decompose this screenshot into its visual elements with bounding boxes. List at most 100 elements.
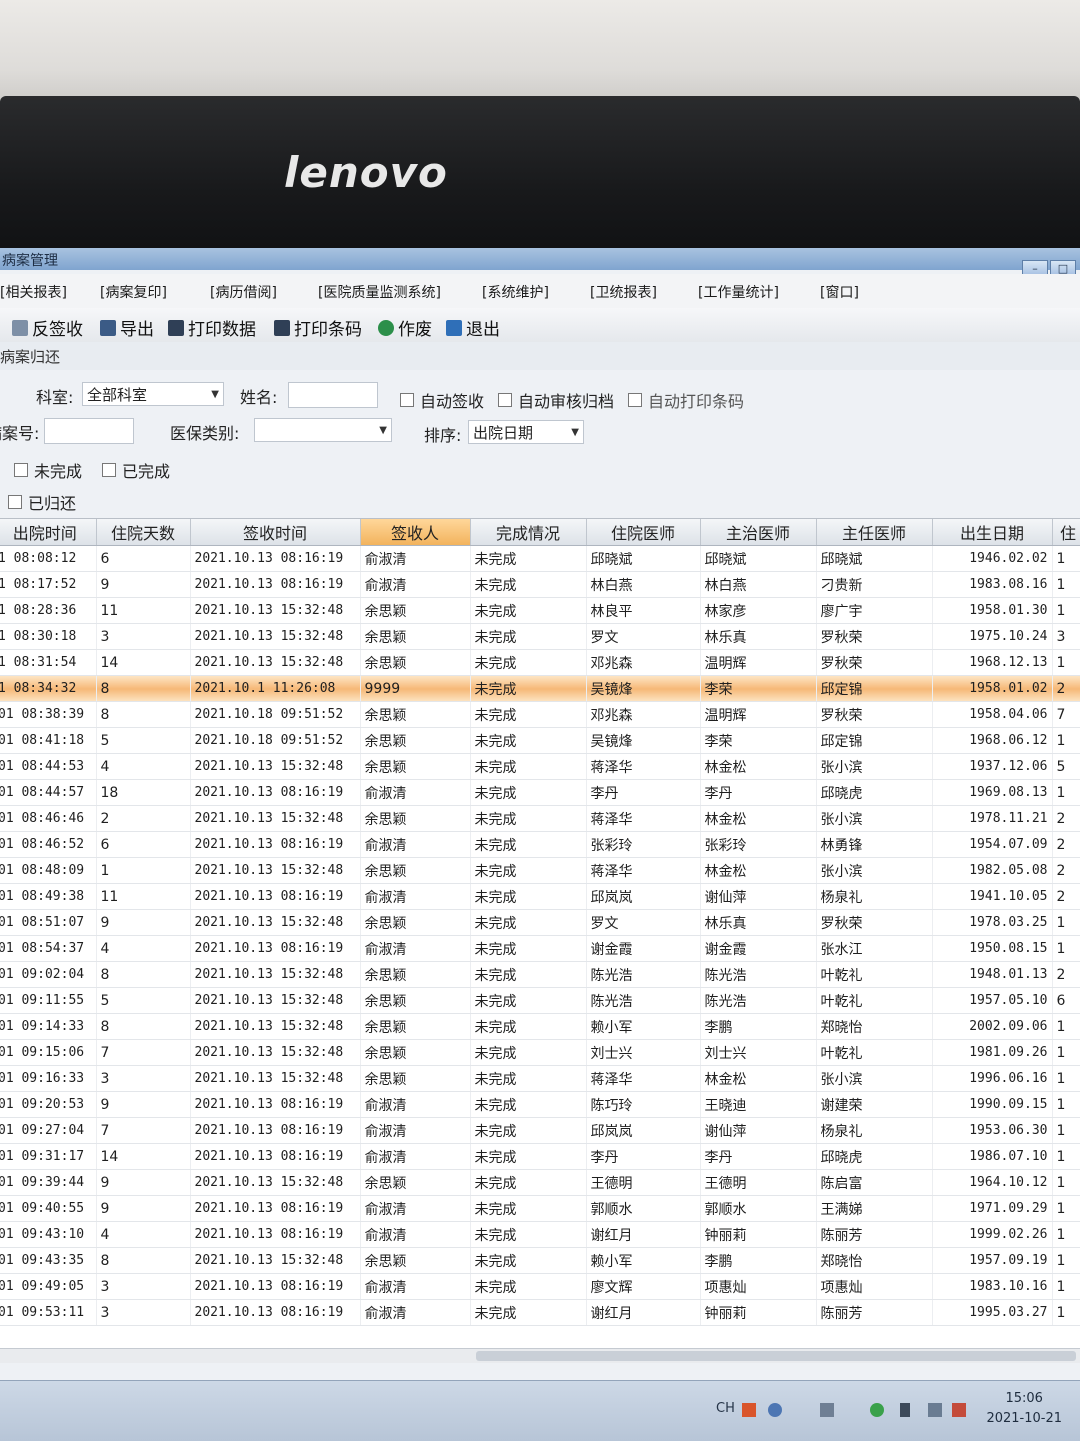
column-header[interactable]: 主任医师 <box>816 519 933 546</box>
table-row[interactable]: 01 09:49:05 3 2021.10.13 08:16:19 俞淑清 未完成 廖文辉… <box>0 1273 1080 1300</box>
name-input[interactable] <box>288 382 378 408</box>
system-clock[interactable]: 15:06 2021-10-21 <box>986 1389 1062 1429</box>
unsign-button[interactable]: 反签收 <box>12 315 83 340</box>
column-header[interactable]: 完成情况 <box>470 519 587 546</box>
table-row[interactable]: 01 08:46:52 6 2021.10.13 08:16:19 俞淑清 未完成 张彩玲… <box>0 831 1080 858</box>
horizontal-scrollbar[interactable] <box>0 1348 1080 1363</box>
table-row[interactable]: 01 09:53:11 3 2021.10.13 08:16:19 俞淑清 未完成 谢红月… <box>0 1299 1080 1326</box>
dept-select[interactable]: 全部科室 ▼ <box>82 382 224 406</box>
table-row[interactable]: 01 09:27:04 7 2021.10.13 08:16:19 俞淑清 未完成 邱岚岚… <box>0 1117 1080 1144</box>
table-cell: 2021.10.13 08:16:19 <box>190 1273 361 1300</box>
menu-health-reports[interactable]: [卫统报表] <box>590 282 657 302</box>
table-row[interactable]: 01 08:38:39 8 2021.10.18 09:51:52 余思颖 未完成 邓兆森… <box>0 701 1080 728</box>
column-header[interactable]: 住院天数 <box>96 519 191 546</box>
table-cell: 2021.10.18 09:51:52 <box>190 727 361 754</box>
table-row[interactable]: 01 09:43:35 8 2021.10.13 15:32:48 余思颖 未完成 赖小军… <box>0 1247 1080 1274</box>
table-row[interactable]: 01 09:40:55 9 2021.10.13 08:16:19 俞淑清 未完成 郭顺水… <box>0 1195 1080 1222</box>
table-row[interactable]: 01 09:43:10 4 2021.10.13 08:16:19 俞淑清 未完成 谢红月… <box>0 1221 1080 1248</box>
table-row[interactable]: 01 08:41:18 5 2021.10.18 09:51:52 余思颖 未完成 吴镜烽… <box>0 727 1080 754</box>
table-cell: 张彩玲 <box>586 831 701 858</box>
table-body: 1 08:08:12 6 2021.10.13 08:16:19 俞淑清 未完成 邱晓斌邱… <box>0 545 1080 1326</box>
menu-workload-stats[interactable]: [工作量统计] <box>698 282 779 302</box>
table-row[interactable]: 1 08:31:54 14 2021.10.13 15:32:48 余思颖 未完成 邓兆森… <box>0 649 1080 676</box>
finished-checkbox[interactable]: 已完成 <box>102 458 170 482</box>
table-row[interactable]: 01 09:20:53 9 2021.10.13 08:16:19 俞淑清 未完成 陈巧玲… <box>0 1091 1080 1118</box>
table-row[interactable]: 01 08:48:09 1 2021.10.13 15:32:48 余思颖 未完成 蒋泽华… <box>0 857 1080 884</box>
taskbar: CH 15:06 2021-10-21 <box>0 1380 1080 1441</box>
auto-sign-checkbox[interactable]: 自动签收 <box>400 388 484 412</box>
auto-review-checkbox[interactable]: 自动审核归档 <box>498 388 614 412</box>
table-cell: 1 08:31:54 <box>0 649 97 676</box>
table-row[interactable]: 01 08:44:53 4 2021.10.13 15:32:48 余思颖 未完成 蒋泽华… <box>0 753 1080 780</box>
table-cell: 俞淑清 <box>360 1195 471 1222</box>
column-header[interactable]: 出生日期 <box>932 519 1053 546</box>
printer-icon <box>168 319 184 336</box>
menu-record-borrow[interactable]: [病历借阅] <box>210 282 277 302</box>
returned-label: 已归还 <box>28 494 77 513</box>
menu-related-reports[interactable]: [相关报表] <box>0 282 67 302</box>
print-barcode-button[interactable]: 打印条码 <box>274 315 362 340</box>
security-icon[interactable] <box>870 1403 884 1417</box>
table-row[interactable]: 01 09:14:33 8 2021.10.13 15:32:48 余思颖 未完成 赖小军… <box>0 1013 1080 1040</box>
table-cell: 俞淑清 <box>360 831 471 858</box>
table-row[interactable]: 01 09:16:33 3 2021.10.13 15:32:48 余思颖 未完成 蒋泽华… <box>0 1065 1080 1092</box>
unsign-icon <box>12 319 28 336</box>
table-row[interactable]: 01 08:51:07 9 2021.10.13 15:32:48 余思颖 未完成 罗文林… <box>0 909 1080 936</box>
table-cell: 5 <box>96 727 191 754</box>
returned-checkbox[interactable]: 已归还 <box>8 490 76 514</box>
table-cell: 叶乾礼 <box>816 987 933 1014</box>
table-row[interactable]: 01 09:31:17 14 2021.10.13 08:16:19 俞淑清 未完成 李丹… <box>0 1143 1080 1170</box>
scrollbar-thumb[interactable] <box>476 1351 1076 1361</box>
column-header[interactable]: 住院医师 <box>586 519 701 546</box>
table-row[interactable]: 01 09:02:04 8 2021.10.13 15:32:48 余思颖 未完成 陈光浩… <box>0 961 1080 988</box>
menu-window[interactable]: [窗口] <box>820 282 859 302</box>
table-row[interactable]: 01 08:46:46 2 2021.10.13 15:32:48 余思颖 未完成 蒋泽华… <box>0 805 1080 832</box>
table-row[interactable]: 01 08:49:38 11 2021.10.13 08:16:19 俞淑清 未完成 邱岚… <box>0 883 1080 910</box>
flag-icon[interactable] <box>952 1403 966 1417</box>
column-header[interactable]: 签收人 <box>360 519 471 546</box>
network-icon[interactable] <box>820 1403 834 1417</box>
display-icon[interactable] <box>928 1403 942 1417</box>
print-data-button[interactable]: 打印数据 <box>168 315 256 340</box>
input-method-icon[interactable] <box>742 1403 756 1417</box>
table-row[interactable]: 1 08:34:32 8 2021.10.1 11:26:08 9999 未完成 吴镜烽李… <box>0 675 1080 702</box>
table-cell: 余思颖 <box>360 1247 471 1274</box>
sort-select[interactable]: 出院日期 ▼ <box>468 420 584 444</box>
column-header[interactable]: 签收时间 <box>190 519 361 546</box>
insurance-select[interactable]: ▼ <box>254 418 392 442</box>
table-cell: 林勇锋 <box>816 831 933 858</box>
table-cell: 1957.05.10 <box>932 987 1053 1014</box>
export-button[interactable]: 导出 <box>100 315 154 340</box>
menu-system-maintenance[interactable]: [系统维护] <box>482 282 549 302</box>
unfinished-checkbox[interactable]: 未完成 <box>14 458 82 482</box>
table-row[interactable]: 01 08:44:57 18 2021.10.13 08:16:19 俞淑清 未完成 李丹… <box>0 779 1080 806</box>
table-row[interactable]: 01 09:11:55 5 2021.10.13 15:32:48 余思颖 未完成 陈光浩… <box>0 987 1080 1014</box>
column-header[interactable]: 主治医师 <box>700 519 817 546</box>
table-cell: 1 <box>96 857 191 884</box>
language-indicator[interactable]: CH <box>716 1401 735 1416</box>
table-row[interactable]: 01 09:39:44 9 2021.10.13 15:32:48 余思颖 未完成 王德明… <box>0 1169 1080 1196</box>
table-row[interactable]: 1 08:08:12 6 2021.10.13 08:16:19 俞淑清 未完成 邱晓斌邱… <box>0 545 1080 572</box>
table-row[interactable]: 01 09:15:06 7 2021.10.13 15:32:48 余思颖 未完成 刘士兴… <box>0 1039 1080 1066</box>
column-header[interactable]: 出院时间 <box>0 519 97 546</box>
menu-quality-monitor[interactable]: [医院质量监测系统] <box>318 282 441 302</box>
table-row[interactable]: 1 08:17:52 9 2021.10.13 08:16:19 俞淑清 未完成 林白燕林… <box>0 571 1080 598</box>
column-header[interactable]: 住 <box>1052 519 1080 546</box>
table-row[interactable]: 1 08:28:36 11 2021.10.13 15:32:48 余思颖 未完成 林良平… <box>0 597 1080 624</box>
table-cell: 01 09:14:33 <box>0 1013 97 1040</box>
table-row[interactable]: 1 08:30:18 3 2021.10.13 15:32:48 余思颖 未完成 罗文 林乐… <box>0 623 1080 650</box>
auto-print-checkbox[interactable]: 自动打印条码 <box>628 388 744 412</box>
void-button[interactable]: 作废 <box>378 315 432 340</box>
case-no-input[interactable] <box>44 418 134 444</box>
volume-icon[interactable] <box>900 1403 910 1417</box>
table-cell: 余思颖 <box>360 1013 471 1040</box>
toolbar: 反签收 导出 打印数据 打印条码 作废 退出 <box>0 308 1080 343</box>
exit-button[interactable]: 退出 <box>446 315 500 340</box>
table-cell: 1995.03.27 <box>932 1299 1053 1326</box>
menu-case-copy[interactable]: [病案复印] <box>100 282 167 302</box>
table-cell: 余思颖 <box>360 1039 471 1066</box>
table-cell: 01 08:41:18 <box>0 727 97 754</box>
help-icon[interactable] <box>768 1403 782 1417</box>
table-row[interactable]: 01 08:54:37 4 2021.10.13 08:16:19 俞淑清 未完成 谢金霞… <box>0 935 1080 962</box>
table-cell: 4 <box>96 1221 191 1248</box>
